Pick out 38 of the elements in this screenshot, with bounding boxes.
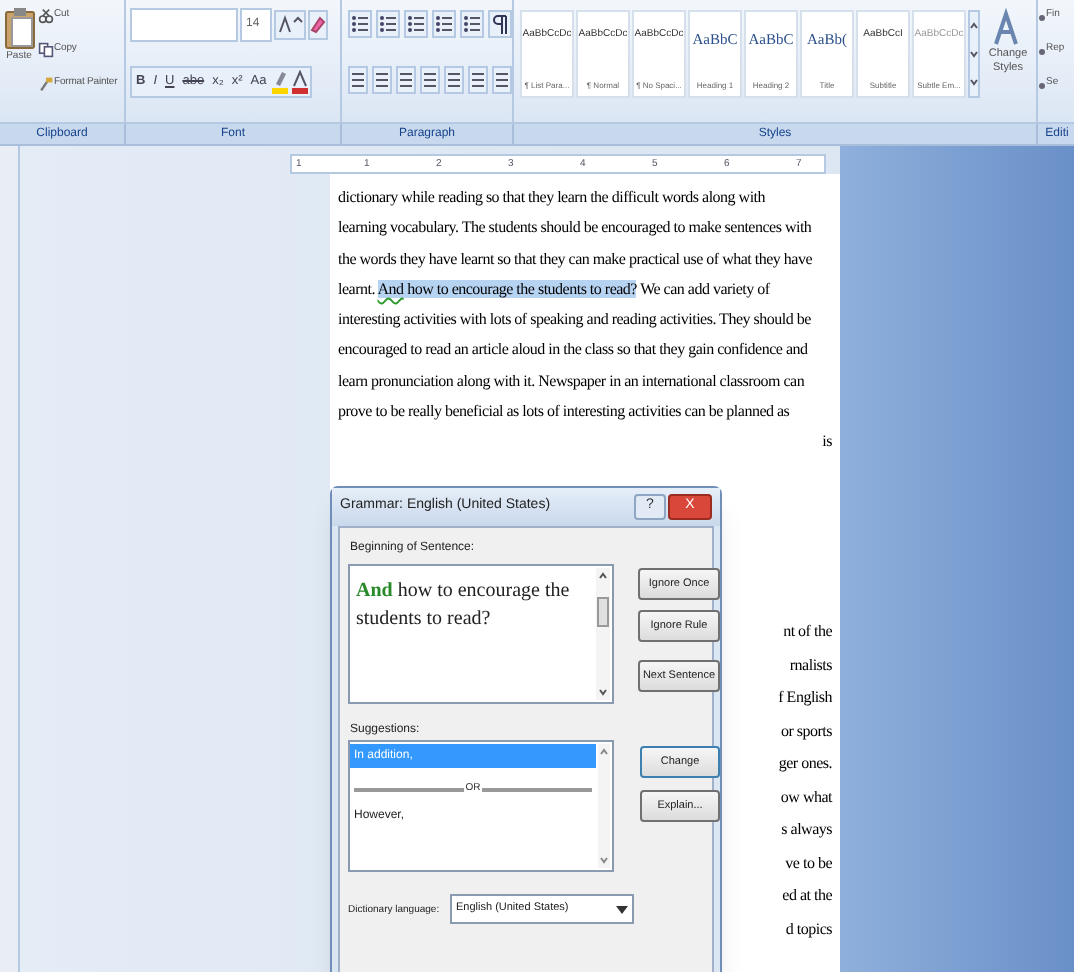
text-line: prove to be really beneficial as lots of interesting activities can be planned as bbox=[338, 400, 790, 425]
text-fragment: nt of the bbox=[783, 620, 832, 645]
dropdown-arrow-icon[interactable] bbox=[616, 903, 628, 915]
scissors-icon[interactable] bbox=[38, 8, 54, 24]
text-line: dictionary while reading so that they learn the difficult words along with bbox=[338, 186, 766, 210]
text-line: interesting activities with lots of speaking and reading activities. They should be bbox=[338, 308, 811, 333]
text-fragment: ed at the bbox=[782, 884, 832, 909]
text-line: encouraged to read an article aloud in the class so that they gain confidence and bbox=[338, 338, 808, 363]
grow-font-icon[interactable] bbox=[274, 10, 306, 40]
text-fragment: ve to be bbox=[785, 851, 832, 876]
text-line: learn pronunciation along with it. Newspaper in an international classroom can bbox=[338, 369, 805, 394]
highlighter-icon[interactable] bbox=[270, 70, 291, 94]
text-fragment: ow what bbox=[780, 785, 832, 810]
text-fragment: rnalists bbox=[789, 653, 832, 678]
text-fragment: f English bbox=[778, 686, 832, 711]
text-fragment: or sports bbox=[780, 719, 832, 744]
bullets-icon[interactable] bbox=[348, 10, 372, 38]
scrollbar-icon[interactable] bbox=[598, 744, 610, 868]
text-line: the words they have learnt so that they can make practical use of what they have bbox=[338, 247, 813, 272]
clipboard-icon[interactable] bbox=[3, 6, 35, 50]
letters-icon[interactable] bbox=[992, 8, 1024, 48]
scrollbar-icon[interactable] bbox=[596, 568, 610, 700]
text-line: learning vocabulary. The students should be encouraged to make sentences with bbox=[338, 216, 812, 241]
text-fragment: is bbox=[822, 430, 832, 455]
brush-icon[interactable] bbox=[38, 76, 54, 92]
align-left-icon[interactable] bbox=[348, 66, 368, 94]
sentence-box[interactable]: And how to encourage the students to read? bbox=[348, 564, 614, 704]
copy-icon[interactable] bbox=[38, 42, 54, 58]
font-color-icon[interactable] bbox=[290, 70, 311, 94]
text-fragment: d topics bbox=[785, 917, 832, 942]
text-fragment: s always bbox=[781, 818, 832, 843]
text-fragment: ger ones. bbox=[778, 752, 832, 777]
pilcrow-icon[interactable] bbox=[488, 10, 512, 38]
sentence-text: And how to encourage the students to read? bbox=[356, 578, 572, 634]
eraser-icon[interactable] bbox=[308, 10, 328, 40]
font-name-field[interactable] bbox=[130, 8, 238, 42]
text-line: learnt. And how to encourage the students to read? We can add variety of bbox=[338, 277, 770, 302]
scroll-arrows-icon[interactable] bbox=[968, 10, 980, 98]
